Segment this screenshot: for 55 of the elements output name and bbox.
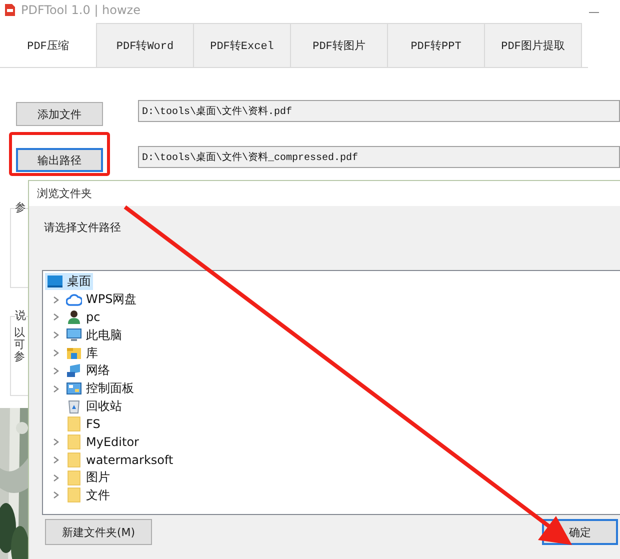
tree-item[interactable]: 桌面 xyxy=(45,273,93,290)
control-panel-icon xyxy=(66,380,82,397)
tree-item[interactable]: 文件 xyxy=(64,486,112,504)
tree-item[interactable]: 回收站 xyxy=(64,398,124,415)
tree-item[interactable]: 库 xyxy=(64,344,100,362)
chevron-icon[interactable] xyxy=(51,454,61,465)
tab[interactable]: PDF图片提取 xyxy=(484,23,582,67)
chevron-icon[interactable] xyxy=(51,490,61,500)
new-folder-button[interactable]: 新建文件夹(M) xyxy=(45,519,152,545)
library-icon xyxy=(66,345,82,362)
folder-icon xyxy=(66,434,82,450)
chevron-icon[interactable] xyxy=(51,472,61,483)
tab[interactable]: PDF转Excel xyxy=(193,23,291,67)
description-text: 参 xyxy=(14,351,26,363)
computer-icon xyxy=(66,327,82,344)
tree-item[interactable]: pc xyxy=(64,308,102,326)
chevron-icon[interactable] xyxy=(51,348,61,358)
pdf-file-icon xyxy=(4,3,16,17)
dialog-title: 浏览文件夹 xyxy=(29,181,620,206)
folder-icon xyxy=(66,452,82,468)
tree-item[interactable]: WPS网盘 xyxy=(64,291,139,308)
user-icon xyxy=(66,309,82,326)
folder-icon xyxy=(66,487,82,504)
cloud-icon xyxy=(66,292,82,308)
prompt-text: 请选择文件路径 xyxy=(44,220,122,236)
description-text: 以 xyxy=(14,327,26,339)
add-file-button[interactable]: 添加文件 xyxy=(16,102,103,126)
chevron-icon[interactable] xyxy=(51,312,61,322)
tab[interactable]: PDF转PPT xyxy=(387,23,485,67)
tree-item[interactable]: watermarksoft xyxy=(64,451,176,468)
tree-item[interactable]: MyEditor xyxy=(64,434,141,451)
tab[interactable]: PDF转Word xyxy=(96,23,194,67)
tab[interactable]: PDF转图片 xyxy=(290,23,388,67)
tree-item[interactable]: FS xyxy=(64,416,102,433)
tree-item[interactable]: 网络 xyxy=(64,362,112,380)
path-field[interactable]: D:\tools\桌面\文件\资料.pdf xyxy=(138,100,620,122)
group-title: 说 xyxy=(15,309,26,323)
chevron-icon[interactable] xyxy=(51,384,61,394)
desktop-icon xyxy=(47,274,63,290)
folder-icon xyxy=(66,470,82,486)
tree-item[interactable]: 此电脑 xyxy=(64,326,124,344)
network-icon xyxy=(66,362,82,379)
window-title: PDFTool 1.0 | howze xyxy=(21,3,140,17)
folder-icon xyxy=(66,416,82,432)
chevron-icon[interactable] xyxy=(51,437,61,448)
path-field[interactable]: D:\tools\桌面\文件\资料_compressed.pdf xyxy=(138,146,620,168)
group-title: 参 xyxy=(15,201,26,215)
tree-item[interactable]: 控制面板 xyxy=(64,380,136,398)
description-text: 可 xyxy=(14,339,26,351)
tree-item[interactable]: 图片 xyxy=(64,469,112,486)
output-path-button[interactable]: 输出路径 xyxy=(16,148,103,172)
recycle-bin-icon xyxy=(66,398,82,414)
chevron-icon[interactable] xyxy=(51,330,61,340)
chevron-icon[interactable] xyxy=(51,366,61,376)
chevron-icon[interactable] xyxy=(51,294,61,305)
